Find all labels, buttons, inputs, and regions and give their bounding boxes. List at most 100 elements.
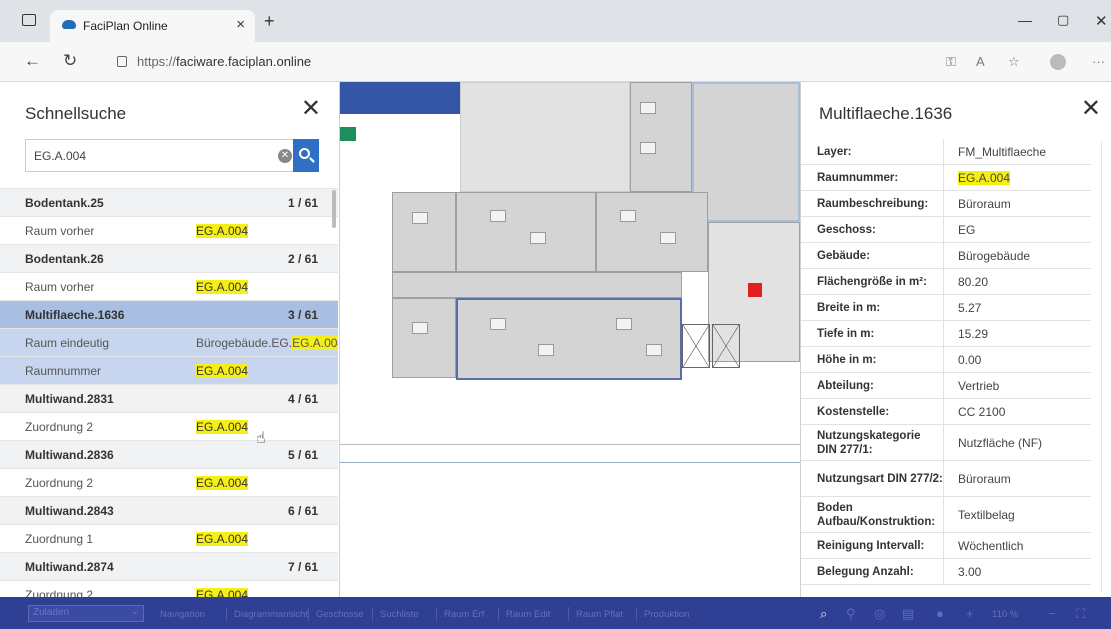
user-icon[interactable]: ● — [936, 606, 944, 621]
window-menu-icon[interactable] — [22, 14, 36, 26]
result-field-row[interactable]: Zuordnung 2 EG.A.004 — [0, 580, 338, 597]
object-detail-panel: Multiflaeche.1636 ✕ Layer: FM_Multiflaech… — [800, 82, 1111, 597]
floor-plan-room[interactable] — [392, 192, 456, 272]
floor-plan-canvas[interactable] — [340, 82, 800, 597]
result-header-row[interactable]: Multiwand.2836 5 / 61 — [0, 440, 338, 468]
close-detail-icon[interactable]: ✕ — [1081, 96, 1101, 122]
result-field-row[interactable]: Zuordnung 2 EG.A.004 — [0, 412, 338, 440]
toolbar-menu-item[interactable]: Geschosse — [316, 609, 364, 620]
zoom-level: 110 % — [992, 609, 1019, 620]
fullscreen-icon[interactable]: ⛶ — [1076, 606, 1085, 622]
property-row: Boden Aufbau/Konstruktion: Textilbelag — [801, 496, 1091, 533]
floor-plan-corridor[interactable] — [392, 272, 682, 298]
property-value: Textilbelag — [958, 507, 1015, 522]
read-aloud-icon[interactable]: A — [976, 54, 985, 69]
zoom-icon[interactable]: ⚲ — [846, 606, 856, 622]
clear-search-icon[interactable]: ✕ — [278, 149, 292, 163]
profile-avatar[interactable] — [1050, 54, 1066, 70]
url-protocol: https:// — [137, 54, 177, 69]
floor-plan-room[interactable] — [456, 192, 596, 272]
result-header-row[interactable]: Multiwand.2831 4 / 61 — [0, 384, 338, 412]
back-arrow-icon[interactable]: ← — [24, 52, 41, 70]
result-field-row[interactable]: Raumnummer EG.A.004 — [0, 356, 338, 384]
toolbar-menu-item[interactable]: Raum Edit — [506, 609, 550, 620]
property-key: Layer: — [801, 138, 944, 165]
desk — [490, 210, 506, 222]
lock-icon[interactable] — [117, 56, 127, 67]
browser-tab[interactable]: FaciPlan Online × — [50, 10, 255, 42]
key-icon[interactable]: ⚿ — [946, 54, 956, 70]
url-field[interactable]: https://faciware.faciplan.online — [137, 54, 311, 69]
layer-select[interactable]: Zuladen ⌄ — [28, 605, 144, 622]
property-row: Belegung Anzahl: 3.00 — [801, 558, 1091, 585]
result-field-row[interactable]: Raum vorher EG.A.004 — [0, 272, 338, 300]
search-button[interactable] — [293, 139, 319, 172]
close-tab-icon[interactable]: × — [236, 16, 245, 33]
property-key: Abteilung: — [801, 372, 944, 399]
property-value: 15.29 — [958, 326, 989, 341]
floor-plan-room[interactable] — [692, 82, 800, 222]
toolbar-separator — [436, 607, 437, 621]
result-field-row[interactable]: Zuordnung 2 EG.A.004 — [0, 468, 338, 496]
result-field-row[interactable]: Raum eindeutig Bürogebäude.EG.EG.A.004 — [0, 328, 338, 356]
result-field-row[interactable]: Raum vorher EG.A.004 — [0, 216, 338, 244]
result-field-row[interactable]: Zuordnung 1 EG.A.004 — [0, 524, 338, 552]
search-icon — [299, 148, 310, 159]
floor-plan-room[interactable] — [392, 298, 456, 378]
toolbar-menu-item[interactable]: Produktion — [644, 609, 689, 620]
property-row: Tiefe in m: 15.29 — [801, 320, 1091, 347]
property-value: EG — [958, 222, 976, 237]
favorites-star-icon[interactable]: ☆ — [1008, 54, 1020, 70]
property-key: Kostenstelle: — [801, 398, 944, 425]
result-header-row[interactable]: Multiwand.2843 6 / 61 — [0, 496, 338, 524]
toolbar-menu-item[interactable]: Navigation — [160, 609, 205, 620]
property-value: 3.00 — [958, 564, 982, 579]
result-header-row[interactable]: Multiwand.2874 7 / 61 — [0, 552, 338, 580]
property-value: Wöchentlich — [958, 538, 1024, 553]
minimize-icon[interactable]: — — [1018, 12, 1032, 28]
property-value: Vertrieb — [958, 378, 1000, 393]
property-row: Abteilung: Vertrieb — [801, 372, 1091, 399]
cabinet — [640, 142, 656, 154]
toolbar-menu-item[interactable]: Raum Pflat — [576, 609, 623, 620]
floor-plan-room[interactable] — [460, 82, 630, 192]
result-header-row-active[interactable]: Multiflaeche.1636 3 / 61 — [0, 300, 338, 328]
desk — [538, 344, 554, 356]
floor-plan-line — [340, 462, 800, 463]
close-window-icon[interactable]: ✕ — [1095, 12, 1108, 30]
result-count: 3 / 61 — [288, 308, 319, 322]
toolbar-menu-item[interactable]: Suchliste — [380, 609, 419, 620]
property-row: Kostenstelle: CC 2100 — [801, 398, 1091, 425]
selected-room-eg-a-004[interactable] — [456, 298, 682, 380]
search-box: ✕ — [25, 139, 319, 172]
result-count: 5 / 61 — [288, 448, 319, 462]
detail-scrollbar[interactable] — [1101, 142, 1102, 592]
match-highlight: EG.A.004 — [196, 532, 249, 546]
search-input[interactable] — [26, 140, 276, 171]
property-row: Raumbeschreibung: Büroraum — [801, 190, 1091, 217]
property-row: Breite in m: 5.27 — [801, 294, 1091, 321]
close-panel-icon[interactable]: ✕ — [301, 96, 321, 122]
property-row: Reinigung Intervall: Wöchentlich — [801, 532, 1091, 559]
more-menu-icon[interactable]: ··· — [1092, 54, 1105, 69]
result-header-row[interactable]: Bodentank.26 2 / 61 — [0, 244, 338, 272]
results-scrollbar[interactable] — [332, 190, 336, 228]
toolbar-menu-item[interactable]: Raum Erf — [444, 609, 484, 620]
toolbar-menu-item[interactable]: Diagrammansicht — [234, 609, 308, 620]
floor-plan-room[interactable] — [596, 192, 708, 272]
zoom-in-icon[interactable]: + — [966, 606, 974, 621]
match-prefix: Bürogebäude.EG. — [196, 336, 293, 350]
layers-icon[interactable]: ◎ — [874, 606, 885, 622]
floor-plan-room[interactable] — [630, 82, 692, 192]
reload-icon[interactable]: ↻ — [63, 52, 77, 70]
print-icon[interactable]: ▤ — [902, 606, 914, 622]
new-tab-icon[interactable]: + — [264, 12, 275, 30]
quick-search-panel: Schnellsuche ✕ ✕ Bodentank.25 1 / 61 Rau… — [0, 82, 340, 597]
maximize-icon[interactable]: ▢ — [1057, 12, 1069, 28]
property-row: Nutzungskategorie DIN 277/1: Nutzfläche (… — [801, 424, 1091, 461]
search-map-icon[interactable]: ⌕ — [820, 606, 827, 622]
result-header-row[interactable]: Bodentank.25 1 / 61 — [0, 188, 338, 216]
property-value: Bürogebäude — [958, 248, 1031, 263]
match-highlight: EG.A.004 — [292, 336, 338, 350]
zoom-out-icon[interactable]: − — [1048, 606, 1056, 621]
